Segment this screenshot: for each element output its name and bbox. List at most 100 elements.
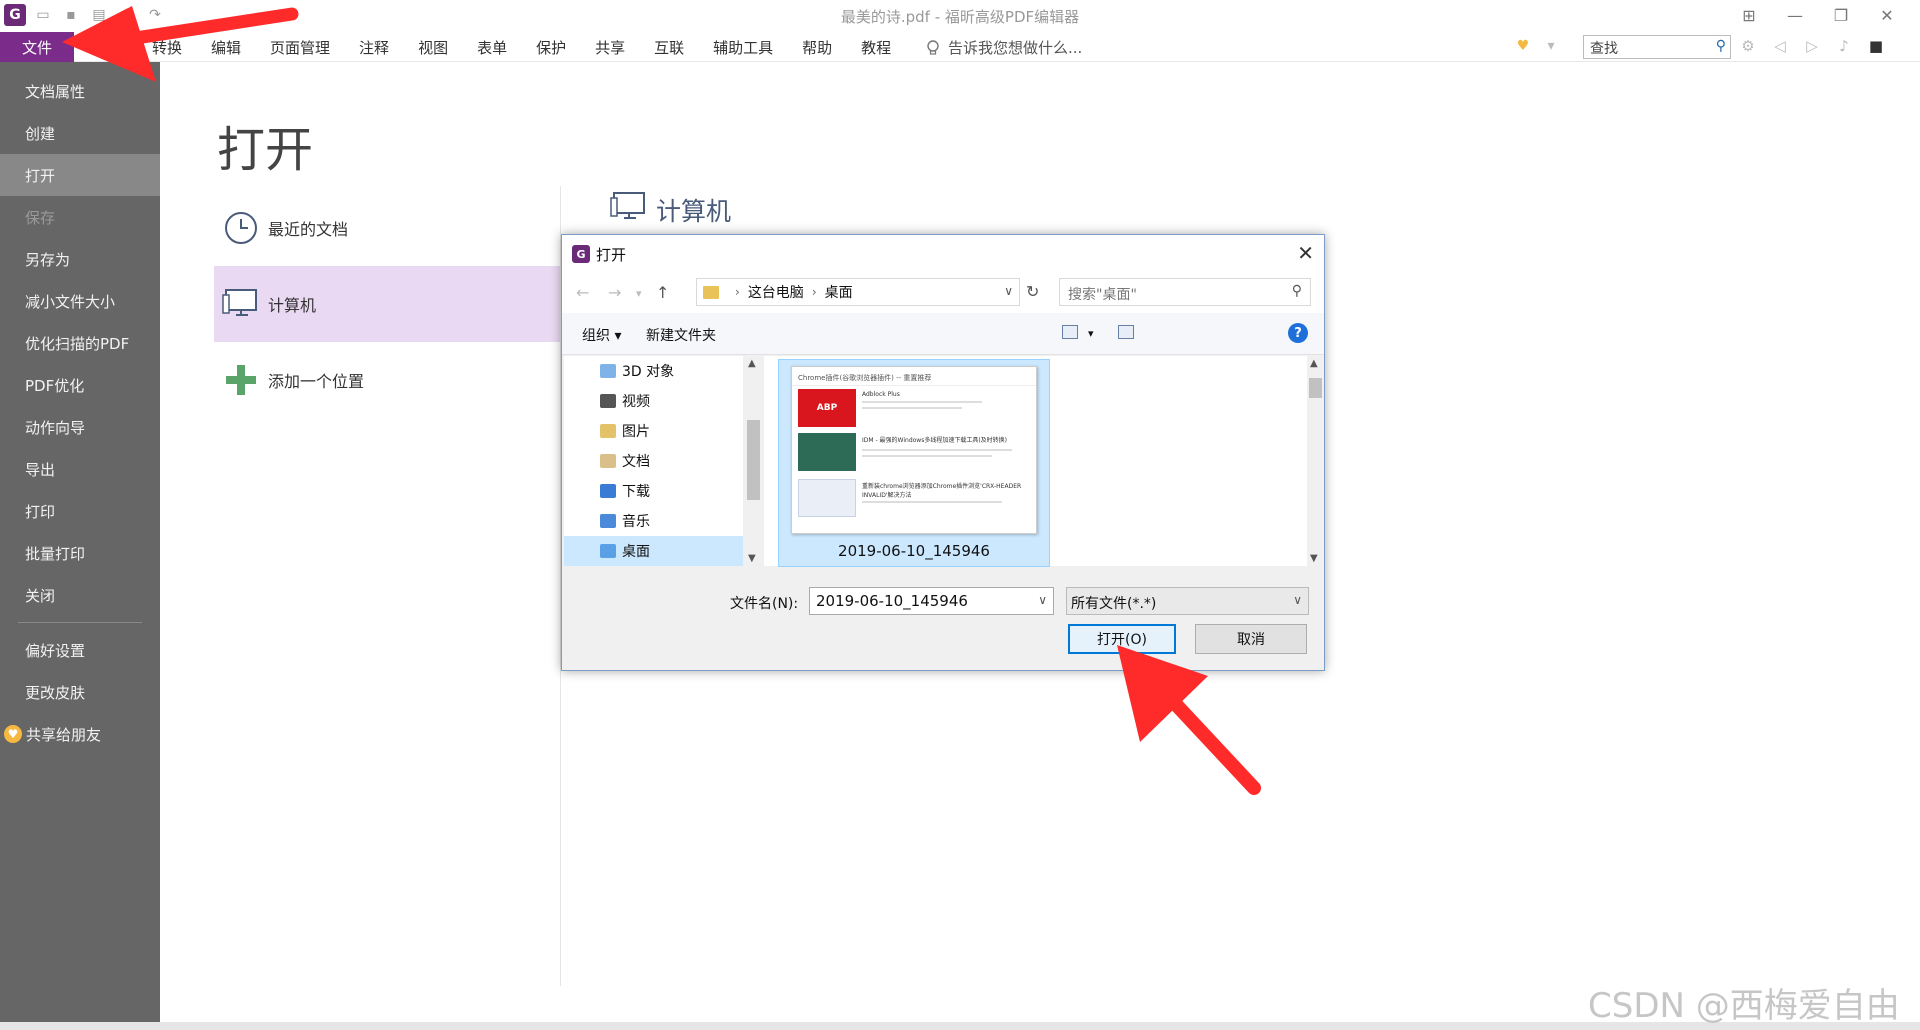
address-bar[interactable]: › 这台电脑 › 桌面 ∨ xyxy=(696,278,1020,306)
scroll-up-icon[interactable]: ▲ xyxy=(1310,358,1318,369)
dialog-search-input[interactable]: 搜索"桌面" ⚲ xyxy=(1059,278,1311,306)
sidebar-item-document-properties[interactable]: 文档属性 xyxy=(0,70,160,112)
scroll-thumb[interactable] xyxy=(747,420,760,500)
sidebar-item-print[interactable]: 打印 xyxy=(0,490,160,532)
chevron-down-icon[interactable]: ▾ xyxy=(1088,327,1094,340)
dialog-toolbar: 组织 ▾ 新建文件夹 ▾ ? xyxy=(562,313,1324,355)
filename-input[interactable]: 2019-06-10_145946 ∨ xyxy=(809,587,1054,615)
menu-view[interactable]: 视图 xyxy=(418,37,448,58)
place-computer[interactable]: 计算机 xyxy=(214,266,560,342)
menu-convert[interactable]: 转换 xyxy=(152,37,182,58)
ribbon-display-icon[interactable]: ⊞ xyxy=(1726,2,1772,28)
plus-icon xyxy=(222,361,260,399)
open-file-dialog: G 打开 ✕ ← → ▾ ↑ › 这台电脑 › 桌面 ∨ ↻ 搜索"桌面" ⚲ … xyxy=(561,234,1325,671)
sidebar-item-action-wizard[interactable]: 动作向导 xyxy=(0,406,160,448)
breadcrumb-this-pc[interactable]: 这台电脑 xyxy=(748,282,804,302)
view-options-icon[interactable] xyxy=(1062,325,1078,339)
place-recent-documents[interactable]: 最近的文档 xyxy=(214,190,560,266)
search-icon[interactable]: ⚲ xyxy=(1716,38,1726,54)
find-input[interactable]: 查找 ⚲ xyxy=(1583,35,1731,59)
window-title: 最美的诗.pdf - 福昕高级PDF编辑器 xyxy=(840,8,1080,26)
tree-scrollbar[interactable]: ▲ ▼ xyxy=(745,356,762,566)
dialog-close-button[interactable]: ✕ xyxy=(1297,241,1314,265)
sidebar-item-batch-print[interactable]: 批量打印 xyxy=(0,532,160,574)
tree-item-documents[interactable]: 文档 xyxy=(564,446,743,476)
scroll-thumb[interactable] xyxy=(1309,378,1322,398)
organize-button[interactable]: 组织 ▾ xyxy=(582,325,621,345)
tree-item-downloads[interactable]: 下载 xyxy=(564,476,743,506)
filename-value: 2019-06-10_145946 xyxy=(816,592,968,610)
close-window-button[interactable]: ✕ xyxy=(1864,2,1910,28)
menu-form[interactable]: 表单 xyxy=(477,37,507,58)
recent-locations-icon[interactable]: ▾ xyxy=(636,287,642,300)
sidebar-item-export[interactable]: 导出 xyxy=(0,448,160,490)
sidebar-item-change-skin[interactable]: 更改皮肤 xyxy=(0,671,160,713)
tree-item-videos[interactable]: 视频 xyxy=(564,386,743,416)
menu-comment[interactable]: 注释 xyxy=(359,37,389,58)
find-options-icon[interactable]: ▾ xyxy=(1540,35,1562,57)
filetype-select[interactable]: 所有文件(*.*) ∨ xyxy=(1066,587,1309,615)
filename-label: 文件名(N): xyxy=(730,596,799,612)
restore-button[interactable]: ❐ xyxy=(1818,2,1864,28)
up-arrow-icon[interactable]: ↑ xyxy=(656,283,669,302)
tree-label: 文档 xyxy=(622,454,650,470)
text-line xyxy=(862,501,1002,503)
chevron-down-icon[interactable]: ∨ xyxy=(1004,284,1013,298)
menu-edit[interactable]: 编辑 xyxy=(211,37,241,58)
sidebar-item-reduce-size[interactable]: 减小文件大小 xyxy=(0,280,160,322)
menu-accessibility[interactable]: 辅助工具 xyxy=(713,37,773,58)
sidebar-item-preferences[interactable]: 偏好设置 xyxy=(0,629,160,671)
text-line xyxy=(862,407,962,409)
open-button[interactable]: 打开(O) xyxy=(1068,624,1176,654)
scroll-down-icon[interactable]: ▼ xyxy=(1310,553,1318,564)
sidebar-item-save[interactable]: 保存 xyxy=(0,196,160,238)
sidebar-item-create[interactable]: 创建 xyxy=(0,112,160,154)
sidebar-item-save-as[interactable]: 另存为 xyxy=(0,238,160,280)
prev-icon[interactable]: ◁ xyxy=(1769,35,1791,57)
minimize-button[interactable]: — xyxy=(1772,2,1818,28)
folder-icon xyxy=(600,424,616,438)
file-item-selected[interactable]: Chrome插件(谷歌浏览器插件) -- 重置推荐 ABP Adblock Pl… xyxy=(778,359,1050,567)
menu-page-management[interactable]: 页面管理 xyxy=(270,37,330,58)
tree-label: 下载 xyxy=(622,484,650,500)
preview-pane-icon[interactable] xyxy=(1118,325,1134,339)
help-icon[interactable]: ? xyxy=(1288,323,1308,343)
tree-item-pictures[interactable]: 图片 xyxy=(564,416,743,446)
tree-item-3d-objects[interactable]: 3D 对象 xyxy=(564,356,743,386)
tree-item-music[interactable]: 音乐 xyxy=(564,506,743,536)
scroll-up-icon[interactable]: ▲ xyxy=(748,358,756,369)
tell-me-box[interactable]: 告诉我您想做什么... xyxy=(924,37,1082,58)
sidebar-item-share-friends[interactable]: ♥ 共享给朋友 xyxy=(0,713,160,755)
sidebar-item-pdf-optimize[interactable]: PDF优化 xyxy=(0,364,160,406)
dialog-title: 打开 xyxy=(596,246,627,264)
chevron-down-icon[interactable]: ∨ xyxy=(1038,593,1047,607)
watermark: CSDN @西梅爱自由 xyxy=(1588,986,1900,1026)
gear-icon[interactable]: ⚙ xyxy=(1737,35,1759,57)
forward-arrow-icon[interactable]: → xyxy=(608,283,621,302)
bell-icon[interactable]: ♪ xyxy=(1833,35,1855,57)
menu-connect[interactable]: 互联 xyxy=(654,37,684,58)
user-icon[interactable]: ■ xyxy=(1865,35,1887,57)
scroll-down-icon[interactable]: ▼ xyxy=(748,553,756,564)
tree-item-desktop[interactable]: 桌面 xyxy=(564,536,743,566)
menu-help[interactable]: 帮助 xyxy=(802,37,832,58)
back-arrow-icon[interactable]: ← xyxy=(576,283,589,302)
heart-icon[interactable]: ♥ xyxy=(1512,35,1534,57)
sidebar-item-open[interactable]: 打开 xyxy=(0,154,160,196)
files-scrollbar[interactable]: ▲ ▼ xyxy=(1307,356,1324,566)
file-thumbnail: Chrome插件(谷歌浏览器插件) -- 重置推荐 ABP Adblock Pl… xyxy=(791,366,1037,534)
new-folder-button[interactable]: 新建文件夹 xyxy=(646,325,716,345)
menu-share[interactable]: 共享 xyxy=(595,37,625,58)
text-line xyxy=(862,455,992,457)
refresh-icon[interactable]: ↻ xyxy=(1026,282,1039,301)
cancel-button[interactable]: 取消 xyxy=(1195,624,1307,654)
breadcrumb-desktop[interactable]: 桌面 xyxy=(825,282,853,302)
menu-tutorial[interactable]: 教程 xyxy=(861,37,891,58)
sidebar-item-close[interactable]: 关闭 xyxy=(0,574,160,616)
tree-label: 桌面 xyxy=(622,544,650,560)
menu-file[interactable]: 文件 xyxy=(0,32,74,62)
menu-protect[interactable]: 保护 xyxy=(536,37,566,58)
place-add-location[interactable]: 添加一个位置 xyxy=(214,342,560,418)
sidebar-item-optimize-scanned[interactable]: 优化扫描的PDF xyxy=(0,322,160,364)
next-icon[interactable]: ▷ xyxy=(1801,35,1823,57)
